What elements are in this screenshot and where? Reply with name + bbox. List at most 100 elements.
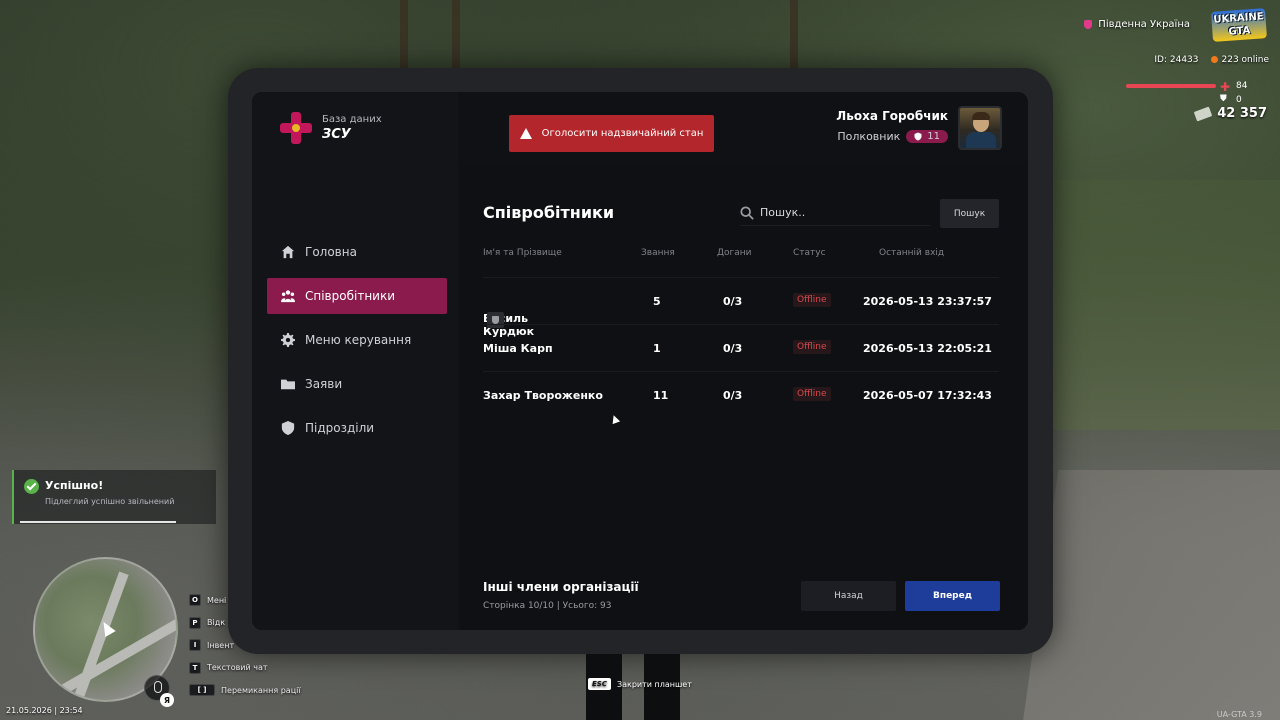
version-label: UA-GTA 3.9	[1216, 710, 1262, 719]
avatar	[958, 106, 1002, 150]
table-row[interactable]: Василь Курдюк 5 0/3 Offline 2026-05-13 2…	[483, 277, 999, 338]
background-grass	[1050, 180, 1280, 430]
table-header: Ім'я та Прізвище Звання Догани Статус Ос…	[483, 248, 999, 270]
employee-rank: 11	[653, 389, 669, 402]
folder-icon	[281, 379, 295, 390]
key-cap: P	[189, 616, 201, 629]
close-tablet-hint: ESC Закрити планшет	[588, 678, 692, 690]
profile: Льоха Горобчик Полковник 11	[836, 109, 948, 143]
key-cap: T	[189, 661, 201, 674]
armor-value: 0	[1236, 95, 1242, 105]
column-last-login: Останній вхід	[879, 248, 945, 258]
health-bar	[1126, 84, 1216, 88]
health-value: 84	[1236, 81, 1248, 91]
keybind-row: P Відк	[189, 612, 301, 635]
profile-name: Льоха Горобчик	[836, 109, 948, 123]
column-reprimands: Догани	[717, 248, 752, 258]
keybind-row: T Текстовий чат	[189, 657, 301, 680]
shield-icon	[914, 132, 922, 141]
health-cross-icon: ✚	[1220, 80, 1231, 94]
player-id: ID: 24433	[1154, 55, 1199, 65]
search-field	[740, 200, 930, 226]
next-button[interactable]: Вперед	[905, 581, 1000, 611]
background-road	[1021, 470, 1280, 720]
tablet-screen: База даних ЗСУ Головна Співробітники Мен…	[252, 92, 1028, 630]
online-dot-icon	[1210, 56, 1218, 63]
sidebar-item-employees[interactable]: Співробітники	[267, 278, 447, 314]
warning-icon	[519, 128, 532, 139]
employee-reprimands: 0/3	[723, 342, 743, 355]
profile-rank: Полковник	[837, 130, 901, 143]
background-tree-trunk	[790, 0, 798, 70]
armor-shield-icon: ⛊	[1220, 94, 1227, 104]
sidebar-item-control-menu[interactable]: Меню керування	[267, 322, 447, 358]
status-badge: Offline	[793, 340, 831, 354]
employee-last-login: 2026-05-07 17:32:43	[863, 389, 992, 402]
gear-icon	[281, 333, 295, 347]
table-row[interactable]: Міша Карп 1 0/3 Offline 2026-05-13 22:05…	[483, 324, 999, 371]
map-pin-icon	[1084, 20, 1093, 29]
employee-last-login: 2026-05-13 23:37:57	[863, 295, 992, 308]
cash-icon	[1194, 106, 1213, 121]
region-indicator: Південна Україна	[1084, 19, 1190, 30]
online-count: 223 online	[1210, 55, 1269, 65]
zsu-emblem-icon	[280, 112, 312, 144]
footer-title: Інші члени організації	[483, 580, 639, 594]
success-notification: Успішно! Підлеглий успішно звільнений	[12, 470, 216, 524]
people-icon	[281, 290, 295, 303]
page-title: Співробітники	[483, 203, 615, 222]
employee-name: Захар Твороженко	[483, 389, 603, 402]
search-input[interactable]	[760, 206, 910, 219]
key-cap: O	[189, 594, 201, 607]
keybind-row: I Інвент	[189, 634, 301, 657]
brand: База даних ЗСУ	[280, 112, 382, 144]
region-name: Південна Україна	[1098, 19, 1190, 30]
notification-title: Успішно!	[45, 479, 104, 492]
column-status: Статус	[793, 248, 826, 258]
search-icon	[740, 205, 754, 220]
game-logo: UKRAINE GTA	[1211, 8, 1267, 42]
check-icon	[24, 479, 39, 494]
key-cap: I	[189, 639, 201, 652]
keybind-row: [ ] Перемикання рації	[189, 679, 301, 702]
shield-icon	[281, 421, 295, 435]
status-badge: Offline	[793, 293, 831, 307]
search-button[interactable]: Пошук	[940, 199, 999, 228]
brand-title: ЗСУ	[322, 127, 351, 142]
player-id-line: ID: 24433 223 online	[1154, 55, 1269, 65]
status-badge: Offline	[793, 387, 831, 401]
employee-last-login: 2026-05-13 22:05:21	[863, 342, 992, 355]
background-tree-trunk	[400, 0, 408, 70]
money-value: 42 357	[1217, 106, 1267, 121]
employees-panel: Співробітники Пошук Ім'я та Прізвище Зва…	[460, 164, 1028, 630]
keybind-hints: O Мені P Відк I Інвент T Текстовий чат [ ] Пе…	[189, 589, 301, 702]
background-tree-trunk	[452, 0, 460, 70]
sidebar-item-home[interactable]: Головна	[267, 234, 447, 270]
employee-rank: 5	[653, 295, 661, 308]
sidebar-item-divisions[interactable]: Підрозділи	[267, 410, 447, 446]
key-cap: [ ]	[189, 684, 215, 697]
employee-reprimands: 0/3	[723, 389, 743, 402]
mic-badge: Я	[160, 693, 174, 707]
back-button[interactable]: Назад	[801, 581, 896, 611]
notification-text: Підлеглий успішно звільнений	[45, 497, 175, 506]
column-rank: Звання	[641, 248, 675, 258]
employee-rank: 1	[653, 342, 661, 355]
notification-progress	[20, 521, 176, 523]
rank-badge: 11	[906, 130, 948, 143]
home-icon	[281, 245, 295, 259]
column-name: Ім'я та Прізвище	[483, 248, 562, 258]
esc-key: ESC	[588, 678, 611, 690]
sidebar-nav: Головна Співробітники Меню керування Зая…	[267, 234, 447, 454]
emergency-button[interactable]: Оголосити надзвичайний стан	[509, 115, 714, 152]
brand-subtitle: База даних	[322, 114, 382, 125]
pagination-info: Сторінка 10/10 | Усього: 93	[483, 601, 612, 611]
keybind-row: O Мені	[189, 589, 301, 612]
employee-reprimands: 0/3	[723, 295, 743, 308]
datetime: 21.05.2026 | 23:54	[6, 706, 83, 715]
employee-name: Міша Карп	[483, 342, 553, 355]
table-row[interactable]: Захар Твороженко 11 0/3 Offline 2026-05-…	[483, 371, 999, 418]
sidebar: База даних ЗСУ Головна Співробітники Мен…	[252, 92, 458, 630]
sidebar-item-applications[interactable]: Заяви	[267, 366, 447, 402]
money-display: 42 357	[1194, 106, 1267, 121]
